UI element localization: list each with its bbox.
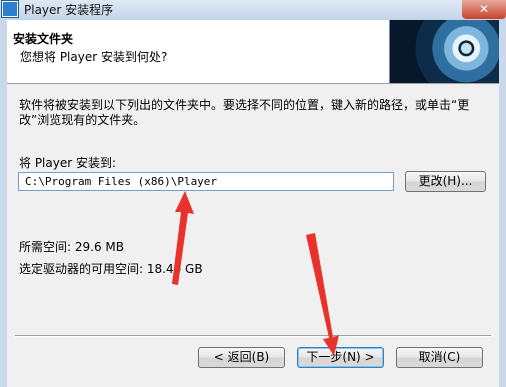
back-button[interactable]: < 返回(B) xyxy=(198,347,285,368)
installer-window: 安装文件夹 您想将 Player 安装到何处? 软件将被安装到以下列出的文件夹中… xyxy=(7,20,499,387)
space-available-label: 选定驱动器的可用空间: 18.40 GB xyxy=(19,262,203,276)
space-required-label: 所需空间: 29.6 MB xyxy=(19,240,124,254)
cancel-button[interactable]: 取消(C) xyxy=(396,347,483,368)
window-title: Player 安装程序 xyxy=(24,3,114,17)
cd-disc-image xyxy=(389,20,499,83)
close-button[interactable]: ✕ xyxy=(462,0,506,19)
footer-divider xyxy=(15,335,491,337)
title-bar: Player 安装程序 ✕ xyxy=(0,0,506,20)
change-folder-button[interactable]: 更改(H)... xyxy=(405,171,486,192)
page-title: 安装文件夹 xyxy=(13,32,74,46)
install-path-input[interactable]: C:\Program Files (x86)\Player xyxy=(18,172,394,191)
header-panel: 安装文件夹 您想将 Player 安装到何处? xyxy=(7,20,499,84)
next-button[interactable]: 下一步(N) > xyxy=(297,347,384,368)
app-icon xyxy=(2,1,18,17)
page-subtitle: 您想将 Player 安装到何处? xyxy=(20,50,168,64)
install-to-label: 将 Player 安装到: xyxy=(19,156,117,170)
description-text: 软件将被安装到以下列出的文件夹中。要选择不同的位置，键入新的路径，或单击“更改”… xyxy=(19,98,470,127)
